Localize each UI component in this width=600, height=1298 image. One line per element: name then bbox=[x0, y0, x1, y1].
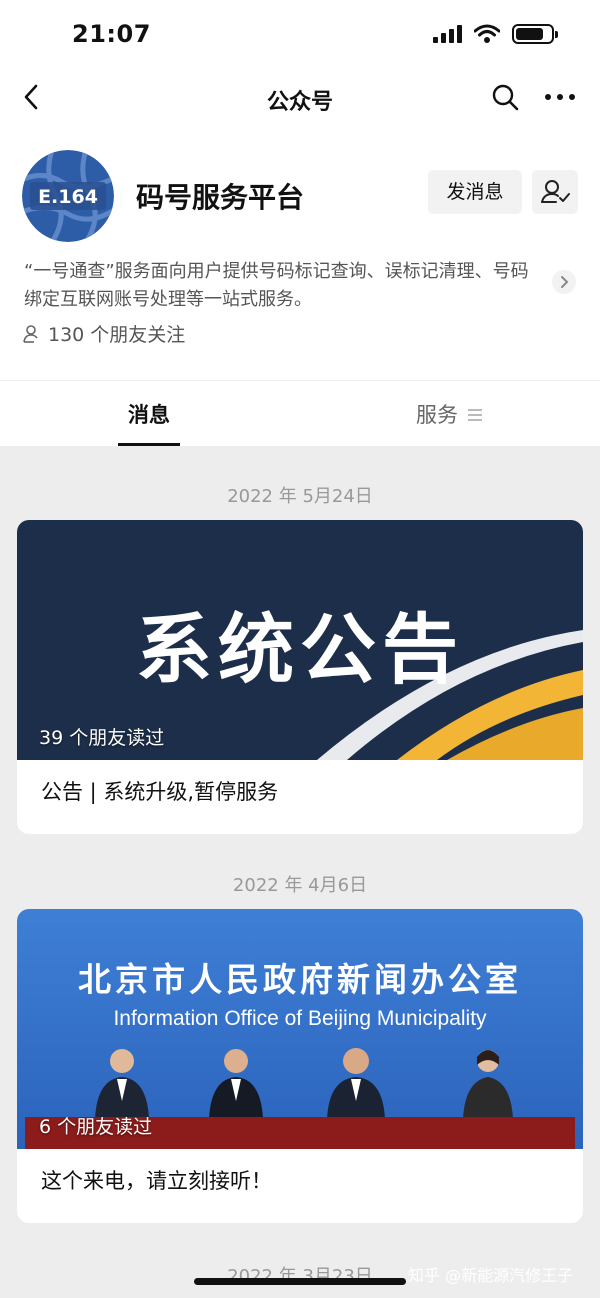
description-expand-button[interactable] bbox=[552, 270, 576, 294]
person-figure bbox=[203, 1043, 269, 1119]
cellular-signal-icon bbox=[433, 25, 462, 43]
chevron-right-icon bbox=[561, 276, 569, 288]
person-figure bbox=[89, 1043, 155, 1119]
more-options-icon[interactable] bbox=[540, 80, 580, 114]
article-cover-image: 系统公告 39 个朋友读过 bbox=[17, 520, 583, 760]
banner-title: 系统公告 bbox=[136, 605, 464, 694]
person-figure bbox=[455, 1043, 521, 1119]
nav-bar: 公众号 bbox=[0, 66, 600, 128]
article-title: 这个来电，请立刻接听！ bbox=[41, 1169, 272, 1193]
profile-settings-button[interactable] bbox=[532, 170, 578, 214]
home-indicator[interactable] bbox=[194, 1278, 406, 1285]
read-count: 6 个朋友读过 bbox=[39, 1116, 153, 1138]
person-figure bbox=[323, 1043, 389, 1119]
status-time: 21:07 bbox=[72, 20, 151, 48]
status-icons bbox=[433, 24, 558, 44]
account-profile: E.164 码号服务平台 发消息 “一号通查”服务面向用户提供号码标记查询、误标… bbox=[0, 128, 600, 380]
menu-icon bbox=[468, 409, 482, 421]
post-date: 2022 年 5月24日 bbox=[227, 486, 373, 507]
send-message-button[interactable]: 发消息 bbox=[428, 170, 522, 214]
article-card[interactable]: 北京市人民政府新闻办公室 Information Office of Beiji… bbox=[17, 909, 583, 1223]
article-card[interactable]: 系统公告 39 个朋友读过 公告 | 系统升级,暂停服务 bbox=[17, 520, 583, 834]
account-description: “一号通查”服务面向用户提供号码标记查询、误标记清理、号码绑定互联网账号处理等一… bbox=[24, 261, 529, 310]
tab-bar: 消息 服务 bbox=[0, 380, 600, 446]
tab-messages[interactable]: 消息 bbox=[128, 399, 170, 429]
watermark: 知乎 @新能源汽修王子 bbox=[408, 1266, 574, 1285]
followers-label: 130 个朋友关注 bbox=[48, 324, 186, 346]
active-tab-indicator bbox=[118, 443, 180, 446]
followers-count[interactable]: 130 个朋友关注 bbox=[22, 320, 185, 347]
status-bar: 21:07 bbox=[0, 0, 600, 66]
wifi-icon bbox=[474, 24, 500, 43]
article-title: 公告 | 系统升级,暂停服务 bbox=[41, 780, 279, 804]
tab-services[interactable]: 服务 bbox=[416, 399, 458, 429]
post-date: 2022 年 4月6日 bbox=[232, 875, 368, 896]
read-count: 39 个朋友读过 bbox=[39, 727, 165, 749]
banner-subtitle: Information Office of Beijing Municipali… bbox=[113, 1007, 487, 1030]
article-cover-image: 北京市人民政府新闻办公室 Information Office of Beiji… bbox=[17, 909, 583, 1149]
user-icon bbox=[23, 324, 38, 343]
account-avatar[interactable]: E.164 bbox=[22, 150, 114, 242]
battery-icon bbox=[512, 24, 558, 44]
user-check-icon bbox=[541, 180, 570, 203]
logo-text: E.164 bbox=[38, 186, 98, 208]
account-name: 码号服务平台 bbox=[136, 181, 305, 214]
search-icon[interactable] bbox=[488, 80, 522, 114]
banner-title: 北京市人民政府新闻办公室 bbox=[78, 960, 522, 999]
